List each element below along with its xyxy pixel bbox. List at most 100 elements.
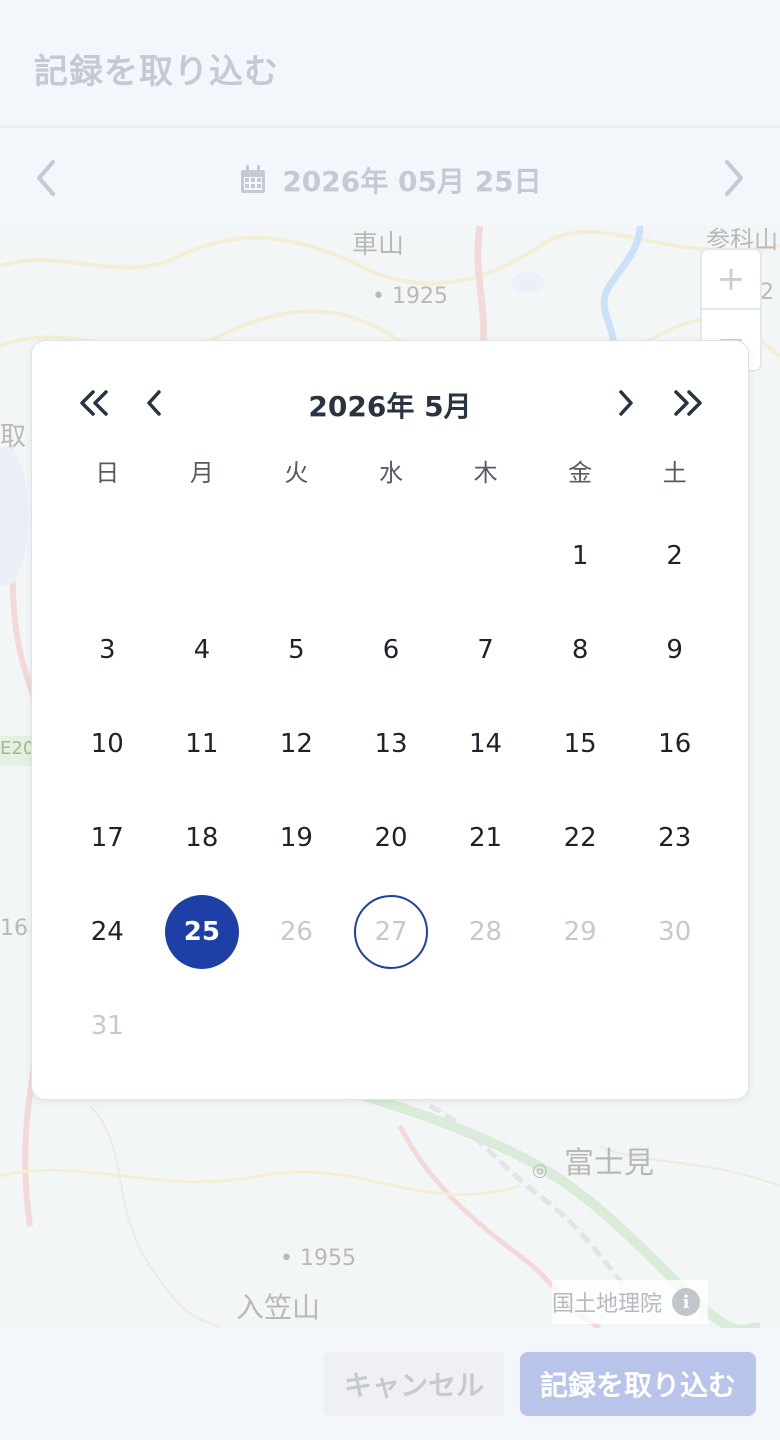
calendar-empty-cell: [344, 509, 439, 603]
selected-date-text: 2026年 05月 25日: [282, 165, 542, 198]
calendar-day[interactable]: 17: [60, 791, 155, 885]
calendar-day-number: 1: [571, 541, 589, 571]
calendar-day[interactable]: 9: [627, 603, 722, 697]
calendar-day: 29: [533, 885, 628, 979]
calendar-day[interactable]: 7: [438, 603, 533, 697]
calendar-day-selected[interactable]: 25: [155, 885, 250, 979]
calendar-day-number: 15: [563, 729, 597, 759]
calendar-day[interactable]: 21: [438, 791, 533, 885]
calendar-day-number: 25: [164, 895, 239, 969]
calendar-day[interactable]: 19: [249, 791, 344, 885]
calendar-day[interactable]: 24: [60, 885, 155, 979]
calendar-day-today: 27: [344, 885, 439, 979]
calendar-day[interactable]: 6: [344, 603, 439, 697]
chevron-right-icon: [619, 390, 633, 416]
calendar-day-number: 7: [477, 635, 494, 665]
calendar-day-number: 13: [374, 729, 408, 759]
calendar-day-number: 11: [185, 729, 219, 759]
next-month-button[interactable]: [604, 381, 648, 425]
map-label-nyukasayama: 入笠山: [236, 1291, 321, 1324]
calendar-day-number: 10: [90, 729, 124, 759]
date-picker-popup: 2026年 5月 日 月 火 水 木 金 土 1 2 3 4 5 6 7 8 9 10 11 12 13…: [31, 340, 749, 1100]
calendar-day-number: 8: [571, 635, 589, 665]
map-label-expressway: E20: [0, 738, 35, 759]
weekday-label: 土: [662, 459, 687, 487]
map-label-elevation-1955: • 1955: [280, 1246, 356, 1271]
map-label-fujimi: 富士見: [564, 1146, 654, 1181]
calendar-day-number: 17: [90, 823, 124, 853]
weekday-header: 日 月 火 水 木 金 土: [60, 453, 722, 488]
app-header: 記録を取り込む: [0, 0, 780, 128]
calendar-day-number: 22: [563, 823, 597, 853]
calendar-day[interactable]: 3: [60, 603, 155, 697]
cancel-button[interactable]: キャンセル: [324, 1352, 504, 1416]
calendar-day-number: 14: [469, 729, 503, 759]
map-label-partial-left: 取: [0, 422, 27, 452]
calendar-day-number: 29: [563, 917, 597, 947]
page-title: 記録を取り込む: [34, 52, 279, 92]
calendar-day-number: 6: [382, 635, 400, 665]
calendar-day-number: 20: [374, 823, 408, 853]
map-label-kurumayama: 車山: [352, 230, 405, 260]
map-label-route: 16: [0, 916, 28, 941]
weekday-label: 月: [189, 459, 214, 487]
calendar-day-number: 21: [469, 823, 503, 853]
calendar-icon: [241, 165, 266, 193]
calendar-day[interactable]: 10: [60, 697, 155, 791]
next-year-button[interactable]: [666, 381, 710, 425]
weekday-label: 木: [473, 459, 498, 487]
calendar-day[interactable]: 4: [155, 603, 250, 697]
calendar-day-number: 12: [279, 729, 313, 759]
calendar-day-number: 18: [185, 823, 219, 853]
station-marker-icon: ◎: [532, 1160, 548, 1181]
calendar-day-number: 23: [658, 823, 692, 853]
zoom-in-button[interactable]: +: [702, 250, 760, 310]
calendar-day[interactable]: 14: [438, 697, 533, 791]
next-day-button[interactable]: [712, 156, 756, 200]
map-label-elevation-1925: • 1925: [372, 284, 448, 309]
chevron-right-icon: [725, 160, 743, 196]
calendar-empty-cell: [438, 509, 533, 603]
calendar-day[interactable]: 12: [249, 697, 344, 791]
weekday-label: 金: [568, 459, 593, 487]
action-footer: キャンセル 記録を取り込む: [0, 1328, 780, 1440]
calendar-empty-cell: [155, 509, 250, 603]
calendar-day-number: 3: [99, 635, 116, 665]
calendar-day-number: 31: [90, 1011, 124, 1041]
calendar-day-number: 5: [288, 635, 305, 665]
calendar-day[interactable]: 5: [249, 603, 344, 697]
calendar-day-number: 9: [666, 635, 683, 665]
map-label-edge: 2: [760, 280, 774, 305]
calendar-day-grid: 1 2 3 4 5 6 7 8 9 10 11 12 13 14 15 16 17 18 19 20 21 22 23 24 2…: [60, 509, 722, 1073]
calendar-day-number: 24: [90, 917, 124, 947]
calendar-day[interactable]: 13: [344, 697, 439, 791]
calendar-day: 30: [627, 885, 722, 979]
calendar-day: 26: [249, 885, 344, 979]
calendar-day[interactable]: 18: [155, 791, 250, 885]
date-display[interactable]: 2026年 05月 25日: [0, 160, 780, 200]
calendar-empty-cell: [60, 509, 155, 603]
weekday-label: 日: [95, 459, 120, 487]
double-chevron-right-icon: [674, 390, 702, 416]
calendar-day[interactable]: 11: [155, 697, 250, 791]
calendar-day: 28: [438, 885, 533, 979]
calendar-day[interactable]: 8: [533, 603, 628, 697]
calendar-day-number: 16: [658, 729, 692, 759]
calendar-day-number: 4: [193, 635, 211, 665]
calendar-day[interactable]: 20: [344, 791, 439, 885]
weekday-label: 火: [284, 459, 309, 487]
calendar-day[interactable]: 16: [627, 697, 722, 791]
calendar-day[interactable]: 1: [533, 509, 628, 603]
attribution-text: 国土地理院: [552, 1292, 663, 1317]
calendar-day-number: 28: [469, 917, 503, 947]
calendar-day[interactable]: 2: [627, 509, 722, 603]
calendar-day[interactable]: 23: [627, 791, 722, 885]
import-record-button[interactable]: 記録を取り込む: [520, 1352, 756, 1416]
info-icon[interactable]: i: [672, 1288, 701, 1316]
calendar-day-number: 2: [666, 541, 683, 571]
calendar-day-number: 19: [279, 823, 313, 853]
map-attribution: 国土地理院 i: [552, 1280, 709, 1324]
calendar-day[interactable]: 15: [533, 697, 628, 791]
calendar-day[interactable]: 22: [533, 791, 628, 885]
calendar-day-number: 30: [658, 917, 692, 947]
